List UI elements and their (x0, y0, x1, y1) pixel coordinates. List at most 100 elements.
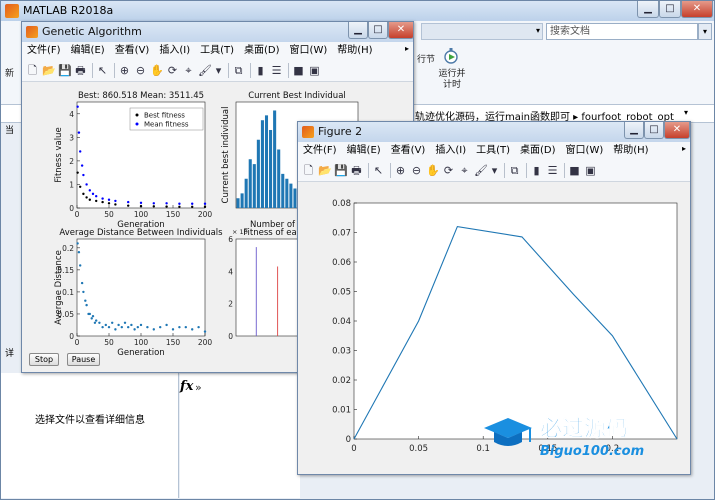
y-tick-label: 2 (69, 157, 74, 166)
edit-plot-icon[interactable]: ↖ (372, 164, 385, 177)
fig2-close-button[interactable]: ✕ (664, 122, 690, 139)
open-file-icon[interactable]: 📂 (318, 164, 332, 177)
print-icon[interactable]: 🖶 (74, 64, 87, 77)
edit-plot-icon[interactable]: ↖ (96, 64, 109, 77)
pan-icon[interactable]: ✋ (426, 164, 440, 177)
maximize-button[interactable]: □ (659, 1, 681, 18)
best-fitness-point (127, 204, 130, 207)
menu-desktop[interactable]: 桌面(D) (515, 142, 561, 160)
avg-distance-point (159, 325, 162, 329)
menu-insert[interactable]: 插入(I) (430, 142, 471, 160)
best-individual-bar (285, 178, 289, 208)
quick-access-dropdown-icon[interactable]: ▾ (531, 23, 545, 40)
pan-icon[interactable]: ✋ (150, 64, 164, 77)
ga-minimize-button[interactable]: ▁ (348, 22, 368, 39)
best-individual-bar (240, 193, 244, 208)
avg-distance-point (127, 325, 130, 329)
close-button[interactable]: ✕ (681, 1, 713, 18)
fig2-minimize-button[interactable]: ▁ (624, 122, 644, 139)
fig2-maximize-button[interactable]: □ (644, 122, 664, 139)
search-dropdown-icon[interactable]: ▾ (698, 23, 712, 40)
menu-file[interactable]: 文件(F) (22, 42, 66, 60)
fx-icon[interactable]: fx (180, 379, 193, 394)
best-individual-bar (281, 173, 285, 208)
menu-edit[interactable]: 编辑(E) (66, 42, 110, 60)
menu-view[interactable]: 查看(V) (110, 42, 155, 60)
hide-plot-tools-icon[interactable]: ■ (568, 164, 581, 177)
menu-view[interactable]: 查看(V) (386, 142, 431, 160)
show-plot-tools-icon[interactable]: ▣ (584, 164, 597, 177)
ga-maximize-button[interactable]: □ (368, 22, 388, 39)
run-and-time-icon[interactable] (442, 47, 460, 65)
menu-help[interactable]: 帮助(H) (332, 42, 377, 60)
menu-desktop[interactable]: 桌面(D) (239, 42, 285, 60)
best-individual-bar (289, 183, 293, 208)
menu-file[interactable]: 文件(F) (298, 142, 342, 160)
menu-tools[interactable]: 工具(T) (195, 42, 239, 60)
mean-fitness-point (85, 183, 88, 186)
menu-tools[interactable]: 工具(T) (471, 142, 515, 160)
avg-distance-point (184, 325, 187, 329)
avg-distance-point (139, 323, 143, 327)
avg-distance-point (146, 325, 149, 329)
data-cursor-icon[interactable]: ⌖ (182, 64, 195, 77)
avg-distance-point (114, 328, 117, 331)
stop-button[interactable]: Stop (29, 353, 59, 366)
insert-legend-icon[interactable]: ☰ (270, 64, 283, 77)
figure2-titlebar: Figure 2 ▁ □ ✕ (298, 122, 690, 142)
open-file-icon[interactable]: 📂 (42, 64, 56, 77)
run-and-time-label[interactable]: 运行并 计时 (433, 69, 471, 91)
matlab-titlebar: MATLAB R2018a ▁ □ ✕ (1, 1, 714, 21)
avg-distance-point (136, 325, 139, 329)
avg-distance-point (111, 321, 114, 324)
zoom-in-icon[interactable]: ⊕ (118, 64, 131, 77)
save-icon[interactable]: 💾 (58, 64, 72, 77)
menu-help[interactable]: 帮助(H) (608, 142, 653, 160)
hide-plot-tools-icon[interactable]: ■ (292, 64, 305, 77)
new-figure-icon[interactable]: 🗋 (302, 164, 315, 177)
best-fitness-point (152, 205, 155, 208)
menu-arrow-icon[interactable]: ▸ (405, 44, 409, 53)
menu-insert[interactable]: 插入(I) (154, 42, 195, 60)
best-fitness-point (107, 202, 111, 205)
brush-dropdown-icon[interactable]: ▾ (488, 164, 501, 177)
brush-icon[interactable]: 🖌 (198, 64, 212, 77)
ribbon-new-label[interactable]: 新 (5, 69, 14, 80)
insert-legend-icon[interactable]: ☰ (546, 164, 559, 177)
save-icon[interactable]: 💾 (334, 164, 348, 177)
link-plot-icon[interactable]: ⧉ (508, 164, 521, 177)
menu-arrow-icon[interactable]: ▸ (682, 144, 686, 153)
left-panel-tab[interactable]: 当 (5, 123, 14, 136)
menu-window[interactable]: 窗口(W) (285, 42, 333, 60)
link-plot-icon[interactable]: ⧉ (232, 64, 245, 77)
insert-colorbar-icon[interactable]: ▮ (254, 64, 267, 77)
menu-window[interactable]: 窗口(W) (561, 142, 609, 160)
mean-fitness-point (152, 202, 155, 205)
mean-fitness-point (139, 201, 143, 205)
details-tab[interactable]: 详 (5, 346, 14, 359)
data-cursor-icon[interactable]: ⌖ (458, 164, 471, 177)
show-plot-tools-icon[interactable]: ▣ (308, 64, 321, 77)
rotate-icon[interactable]: ⟳ (166, 64, 179, 77)
print-icon[interactable]: 🖶 (350, 164, 363, 177)
path-dropdown-icon[interactable]: ▾ (684, 108, 688, 117)
insert-colorbar-icon[interactable]: ▮ (530, 164, 543, 177)
ribbon-run-section-label[interactable]: 行节 (415, 55, 437, 66)
pause-button[interactable]: Pause (67, 353, 100, 366)
minimize-button[interactable]: ▁ (637, 1, 659, 18)
mean-fitness-point (101, 197, 104, 200)
zoom-out-icon[interactable]: ⊖ (134, 64, 147, 77)
zoom-out-icon[interactable]: ⊖ (410, 164, 423, 177)
brush-dropdown-icon[interactable]: ▾ (212, 64, 225, 77)
ga-close-button[interactable]: ✕ (388, 22, 414, 39)
y-tick-label: 4 (69, 110, 74, 119)
search-docs-input[interactable]: 搜索文档 (546, 23, 698, 40)
new-figure-icon[interactable]: 🗋 (26, 64, 39, 77)
menu-edit[interactable]: 编辑(E) (342, 142, 386, 160)
rotate-icon[interactable]: ⟳ (442, 164, 455, 177)
avg-distance-point (76, 242, 79, 245)
best-individual-bar (277, 149, 281, 208)
zoom-in-icon[interactable]: ⊕ (394, 164, 407, 177)
y-tick-label: 2 (228, 300, 233, 309)
brush-icon[interactable]: 🖌 (474, 164, 488, 177)
